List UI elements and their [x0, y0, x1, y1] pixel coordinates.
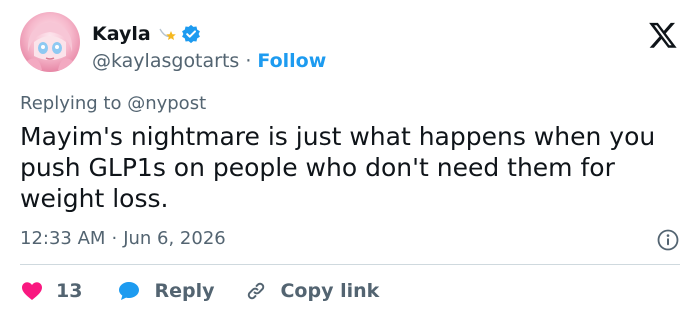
- info-icon[interactable]: [656, 228, 680, 252]
- copy-link-label: Copy link: [280, 280, 380, 302]
- display-name[interactable]: Kayla: [92, 23, 151, 45]
- link-icon: [244, 279, 268, 303]
- speech-bubble-icon: [116, 279, 142, 303]
- author-handle[interactable]: @kaylasgotarts: [92, 50, 239, 72]
- replying-to: Replying to @nypost: [20, 93, 207, 114]
- handle-separator: ·: [245, 50, 252, 72]
- tweet-text: Mayim's nightmare is just what happens w…: [20, 122, 656, 213]
- verified-badge-icon: [181, 24, 201, 44]
- action-bar: 13 Reply Copy link: [20, 276, 379, 306]
- author-name-row: Kayla: [92, 22, 201, 46]
- copy-link-button[interactable]: Copy link: [244, 279, 379, 303]
- tweet-timestamp[interactable]: 12:33 AM · Jun 6, 2026: [20, 228, 226, 249]
- reply-label: Reply: [154, 280, 215, 302]
- avatar[interactable]: [20, 12, 80, 72]
- tweet-date[interactable]: Jun 6, 2026: [123, 228, 226, 249]
- like-count: 13: [56, 280, 83, 302]
- x-logo-icon[interactable]: [648, 20, 678, 50]
- avatar-illustration: [26, 22, 74, 70]
- reply-button[interactable]: Reply: [116, 279, 214, 303]
- author-handle-row: @kaylasgotarts · Follow: [92, 49, 326, 73]
- follow-button[interactable]: Follow: [257, 50, 326, 72]
- shooting-star-icon: [157, 24, 177, 44]
- tweet-time[interactable]: 12:33 AM: [20, 228, 105, 249]
- timestamp-separator: ·: [111, 228, 118, 249]
- like-button[interactable]: 13: [20, 279, 82, 303]
- heart-icon: [20, 279, 44, 303]
- divider: [20, 264, 680, 265]
